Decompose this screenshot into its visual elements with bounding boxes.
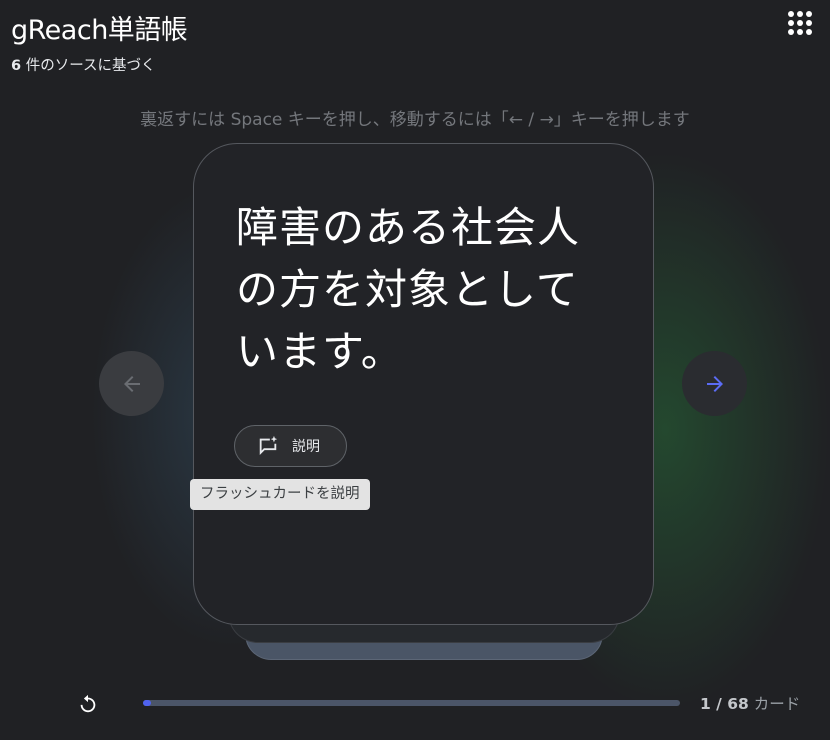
apps-grid-icon[interactable] (786, 9, 814, 37)
explain-button[interactable]: 説明 (234, 425, 347, 467)
keyboard-hint: 裏返すには Space キーを押し、移動するには「← / →」キーを押します (140, 110, 690, 130)
source-count: 6 (11, 58, 22, 74)
reset-button[interactable] (74, 690, 102, 718)
progress-bar-fill (143, 700, 151, 706)
arrow-left-icon (123, 375, 140, 392)
next-card-button[interactable] (682, 351, 747, 416)
reset-icon (80, 694, 96, 713)
flashcard[interactable]: 障害のある社会人の方を対象としています。 説明 (193, 143, 654, 625)
card-counter: 1 / 68 カード (700, 692, 800, 714)
previous-card-button[interactable] (99, 351, 164, 416)
source-count-suffix: 件のソースに基づく (25, 58, 156, 74)
explain-button-label: 説明 (292, 439, 320, 455)
page-title: gReach単語帳 (11, 15, 188, 46)
progress-bar[interactable] (143, 700, 680, 706)
card-counter-unit: カード (753, 695, 801, 713)
source-count-text: 6 件のソースに基づく (11, 54, 155, 75)
explain-tooltip: フラッシュカードを説明 (190, 479, 370, 510)
sparkle-comment-icon (259, 435, 278, 455)
card-counter-value: 1 / 68 (700, 695, 749, 713)
flashcard-text: 障害のある社会人の方を対象としています。 (236, 203, 581, 376)
arrow-right-icon (706, 375, 723, 392)
